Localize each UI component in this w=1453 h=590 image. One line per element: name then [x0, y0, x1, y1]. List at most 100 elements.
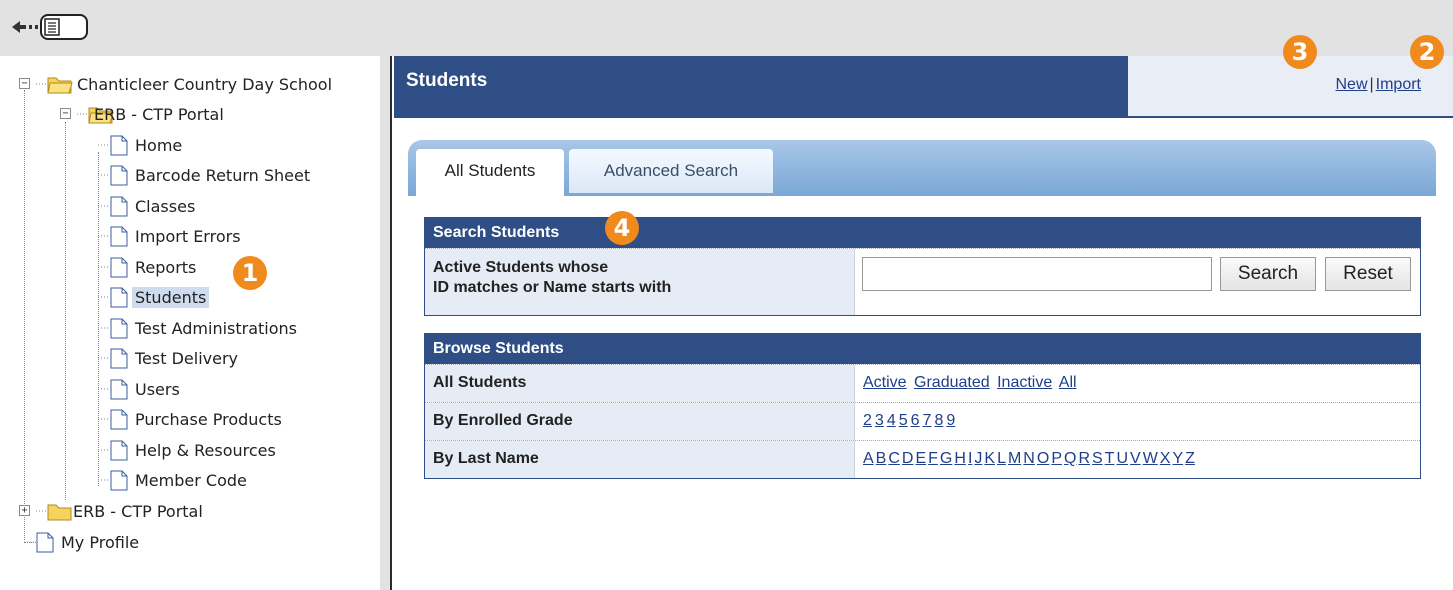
- sidebar-item-barcode-return-sheet[interactable]: Barcode Return Sheet: [98, 162, 313, 188]
- grade-link[interactable]: 9: [946, 412, 955, 429]
- reset-button[interactable]: Reset: [1325, 257, 1411, 291]
- grade-link[interactable]: 5: [899, 412, 908, 429]
- expander-portal-collapsed[interactable]: +: [19, 505, 30, 516]
- letter-link[interactable]: M: [1008, 450, 1021, 467]
- sidebar-item-member-code[interactable]: Member Code: [98, 467, 250, 493]
- letter-link[interactable]: Q: [1064, 450, 1076, 467]
- letter-link[interactable]: U: [1116, 450, 1128, 467]
- letter-link[interactable]: K: [984, 450, 995, 467]
- letter-link[interactable]: X: [1160, 450, 1171, 467]
- link-inactive[interactable]: Inactive: [997, 374, 1052, 391]
- letter-link[interactable]: H: [954, 450, 966, 467]
- page-header: Students: [394, 56, 1128, 118]
- letter-link[interactable]: V: [1130, 450, 1141, 467]
- letter-link[interactable]: W: [1143, 450, 1158, 467]
- callout-badge-2: 2: [1410, 35, 1444, 69]
- expander-root[interactable]: −: [19, 78, 30, 89]
- grade-link[interactable]: 6: [911, 412, 920, 429]
- page-title: Students: [406, 70, 488, 91]
- search-label-line1: Active Students whose: [433, 259, 609, 276]
- sidebar-item-reports[interactable]: Reports: [98, 254, 199, 280]
- sidebar-item-purchase-products[interactable]: Purchase Products: [98, 406, 285, 432]
- page-icon: [98, 379, 128, 400]
- grade-link[interactable]: 7: [923, 412, 932, 429]
- grade-link[interactable]: 4: [887, 412, 896, 429]
- letter-link[interactable]: J: [974, 450, 982, 467]
- search-students-panel: Search Students Active Students whose ID…: [424, 217, 1421, 316]
- letter-link[interactable]: P: [1051, 450, 1062, 467]
- sidebar-item-home[interactable]: Home: [98, 132, 185, 158]
- link-graduated[interactable]: Graduated: [914, 374, 990, 391]
- letter-link[interactable]: R: [1078, 450, 1090, 467]
- grade-link[interactable]: 2: [863, 412, 872, 429]
- sidebar-item-students[interactable]: Students: [98, 284, 210, 310]
- sidebar-item-import-errors[interactable]: Import Errors: [98, 223, 244, 249]
- letter-link[interactable]: D: [902, 450, 914, 467]
- tab-all-students[interactable]: All Students: [416, 149, 564, 196]
- browse-row-grade: By Enrolled Grade 23456789: [425, 402, 1420, 440]
- expander-portal[interactable]: −: [60, 108, 71, 119]
- panel-title: Search Students: [425, 218, 1420, 248]
- sidebar-item-label: Classes: [135, 196, 196, 216]
- search-input[interactable]: [862, 257, 1212, 291]
- tree-node-school[interactable]: Chanticleer Country Day School: [36, 71, 335, 97]
- collapse-sidebar-icon[interactable]: [10, 12, 90, 42]
- row-label: All Students: [425, 365, 855, 402]
- tab-bar: All Students Advanced Search: [408, 140, 1436, 196]
- callout-badge-1: 1: [233, 256, 267, 290]
- search-row: Active Students whose ID matches or Name…: [425, 248, 1420, 315]
- search-button[interactable]: Search: [1220, 257, 1316, 291]
- sidebar-item-label: Test Administrations: [135, 318, 298, 338]
- sidebar-item-test-administrations[interactable]: Test Administrations: [98, 315, 300, 341]
- sidebar-item-my-profile[interactable]: My Profile: [24, 529, 142, 555]
- tree-label-portal: ERB - CTP Portal: [94, 104, 224, 124]
- grade-link[interactable]: 3: [875, 412, 884, 429]
- callout-badge-4: 4: [605, 211, 639, 245]
- search-label-line2: ID matches or Name starts with: [433, 279, 672, 296]
- letter-links: ABCDEFGHIJKLMNOPQRSTUVWXYZ: [855, 441, 1420, 478]
- tab-advanced-search[interactable]: Advanced Search: [569, 149, 773, 193]
- browse-row-lastname: By Last Name ABCDEFGHIJKLMNOPQRSTUVWXYZ: [425, 440, 1420, 478]
- letter-link[interactable]: A: [863, 450, 874, 467]
- sidebar-item-test-delivery[interactable]: Test Delivery: [98, 345, 241, 371]
- header-links: New | Import: [1335, 76, 1421, 94]
- letter-link[interactable]: S: [1092, 450, 1103, 467]
- page-icon: [98, 440, 128, 461]
- letter-link[interactable]: C: [888, 450, 900, 467]
- sidebar-item-help-resources[interactable]: Help & Resources: [98, 437, 279, 463]
- letter-link[interactable]: Y: [1172, 450, 1183, 467]
- letter-link[interactable]: G: [940, 450, 952, 467]
- page-icon: [98, 257, 128, 278]
- page-icon: [98, 409, 128, 430]
- sidebar-item-label: Users: [135, 379, 180, 399]
- letter-link[interactable]: L: [997, 450, 1006, 467]
- sidebar-item-users[interactable]: Users: [98, 376, 183, 402]
- letter-link[interactable]: O: [1037, 450, 1049, 467]
- letter-link[interactable]: T: [1105, 450, 1115, 467]
- letter-link[interactable]: E: [915, 450, 926, 467]
- letter-link[interactable]: B: [876, 450, 887, 467]
- sidebar-item-label: Reports: [135, 257, 197, 277]
- grade-link[interactable]: 8: [934, 412, 943, 429]
- tree-node-portal[interactable]: ERB - CTP Portal: [77, 101, 227, 127]
- sidebar-item-classes[interactable]: Classes: [98, 193, 198, 219]
- sidebar-item-label: Students: [132, 286, 210, 308]
- letter-link[interactable]: Z: [1185, 450, 1195, 467]
- sidebar-item-label: Member Code: [135, 470, 247, 490]
- folder-icon: [36, 504, 72, 521]
- pane-splitter[interactable]: [380, 56, 392, 590]
- letter-link[interactable]: F: [928, 450, 938, 467]
- new-link[interactable]: New: [1335, 76, 1367, 93]
- link-all[interactable]: All: [1059, 374, 1077, 391]
- navigation-tree: − Chanticleer Country Day School − ERB -…: [0, 56, 380, 590]
- status-links: Active Graduated Inactive All: [855, 365, 1420, 402]
- row-label: By Enrolled Grade: [425, 403, 855, 440]
- import-link[interactable]: Import: [1376, 76, 1421, 93]
- tree-node-portal-collapsed[interactable]: ERB - CTP Portal: [36, 498, 206, 524]
- page-icon: [98, 196, 128, 217]
- link-active[interactable]: Active: [863, 374, 907, 391]
- page-icon: [98, 226, 128, 247]
- letter-link[interactable]: I: [968, 450, 972, 467]
- letter-link[interactable]: N: [1023, 450, 1035, 467]
- page-icon: [98, 470, 128, 491]
